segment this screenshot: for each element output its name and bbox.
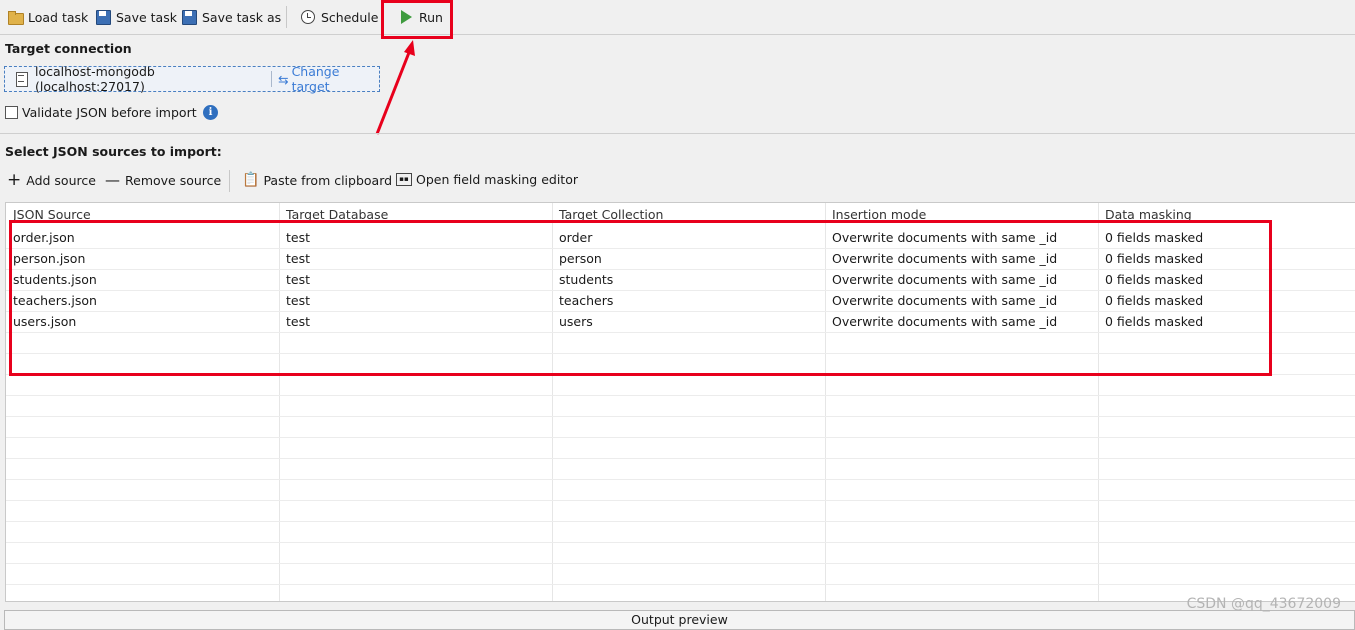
row-divider	[6, 416, 1355, 417]
row-divider	[6, 500, 1355, 501]
folder-icon	[7, 9, 24, 25]
target-connection-box: localhost-mongodb (localhost:27017) ⇆ Ch…	[4, 64, 380, 94]
main-toolbar: Load task Save task Save task as Schedul…	[0, 0, 1355, 35]
clipboard-icon: 📋	[242, 172, 260, 188]
save-task-button[interactable]: Save task	[95, 6, 177, 28]
paste-clipboard-label: Paste from clipboard	[263, 172, 393, 188]
validate-json-checkbox[interactable]	[5, 106, 18, 119]
validate-json-label: Validate JSON before import	[22, 105, 197, 120]
row-divider	[6, 437, 1355, 438]
load-task-label: Load task	[28, 9, 89, 25]
field-masking-editor-button[interactable]: ▪▪ Open field masking editor	[396, 172, 578, 187]
save-task-as-label: Save task as	[202, 9, 282, 25]
paste-clipboard-button[interactable]: 📋 Paste from clipboard	[242, 172, 392, 188]
change-target-link[interactable]: ⇆ Change target	[278, 64, 379, 94]
clock-icon	[300, 9, 316, 25]
output-preview-button[interactable]: Output preview	[4, 610, 1355, 630]
validate-json-checkbox-row[interactable]: Validate JSON before import	[5, 105, 197, 120]
connection-name: localhost-mongodb (localhost:27017)	[35, 64, 155, 94]
remove-source-button[interactable]: — Remove source	[105, 172, 221, 188]
remove-source-label: Remove source	[125, 172, 222, 188]
section-divider	[0, 133, 1355, 134]
schedule-button[interactable]: Schedule	[300, 6, 378, 28]
add-source-button[interactable]: + Add source	[7, 170, 96, 190]
row-divider	[6, 395, 1355, 396]
watermark: CSDN @qq_43672009	[1186, 596, 1341, 612]
load-task-button[interactable]: Load task	[7, 6, 88, 28]
toolbar-separator	[286, 6, 287, 28]
field-masking-editor-label: Open field masking editor	[416, 172, 578, 187]
database-icon	[14, 71, 30, 87]
masking-icon: ▪▪	[396, 173, 412, 186]
run-highlight-box	[381, 0, 453, 39]
target-connection-title: Target connection	[5, 41, 132, 56]
plus-icon: +	[7, 170, 22, 190]
save-task-label: Save task	[116, 9, 177, 25]
row-divider	[6, 542, 1355, 543]
save-task-as-button[interactable]: Save task as	[181, 6, 281, 28]
add-source-label: Add source	[26, 172, 96, 188]
row-divider	[6, 458, 1355, 459]
table-highlight-box	[9, 220, 1272, 376]
schedule-label: Schedule	[321, 9, 379, 25]
row-divider	[6, 521, 1355, 522]
target-box-separator	[271, 71, 273, 87]
info-icon[interactable]: i	[203, 105, 218, 120]
change-target-label: Change target	[291, 64, 340, 94]
row-divider	[6, 584, 1355, 585]
save-icon	[95, 9, 111, 25]
sources-toolbar-separator	[229, 170, 230, 192]
swap-arrows-icon: ⇆	[278, 71, 289, 87]
minus-icon: —	[105, 171, 120, 189]
select-sources-title: Select JSON sources to import:	[5, 144, 222, 159]
row-divider	[6, 563, 1355, 564]
save-as-icon	[181, 9, 197, 25]
row-divider	[6, 479, 1355, 480]
